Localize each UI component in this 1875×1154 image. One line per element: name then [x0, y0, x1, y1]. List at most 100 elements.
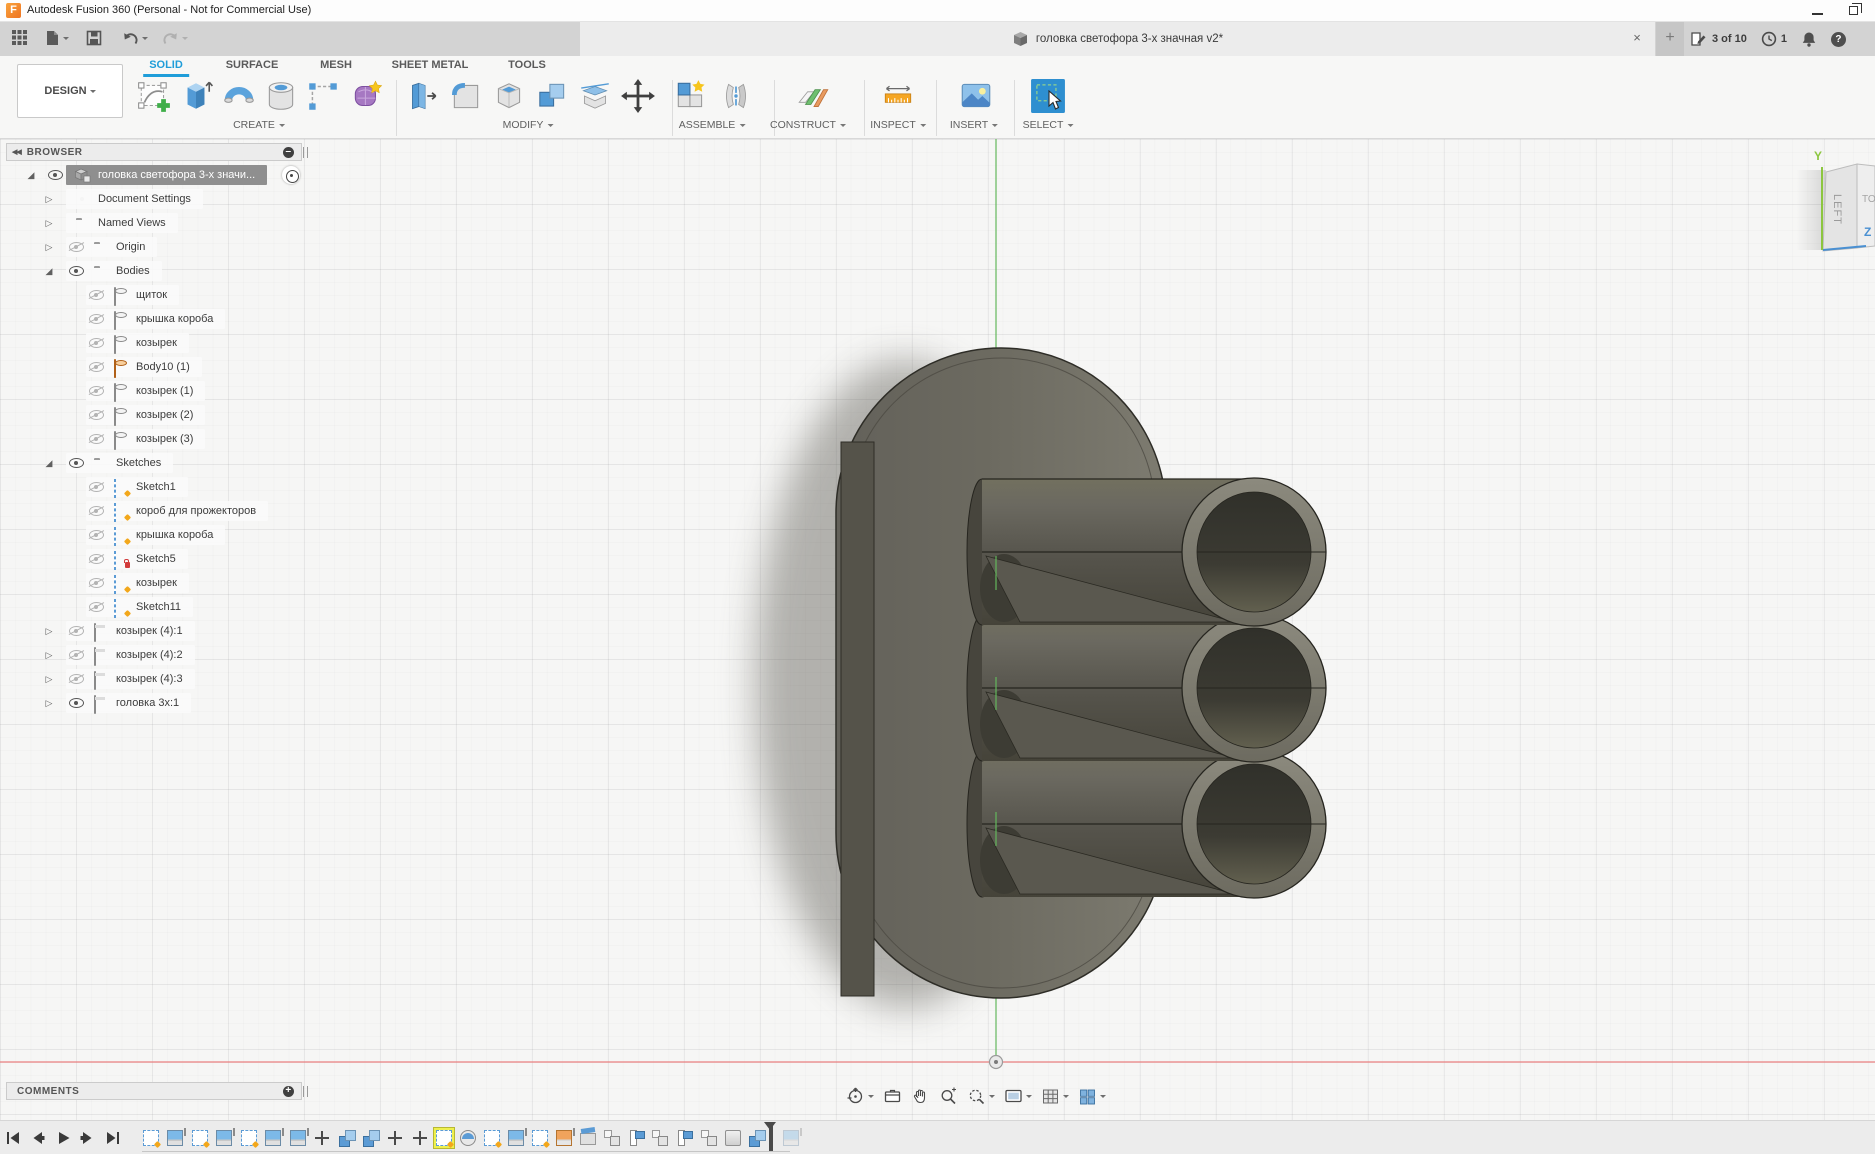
- new-component-button[interactable]: [673, 78, 709, 116]
- fillet-button[interactable]: [448, 78, 484, 116]
- expand-arrow-icon[interactable]: [24, 170, 38, 181]
- browser-item-root[interactable]: головка светофора 3-х значи...: [6, 163, 302, 187]
- tab-mesh[interactable]: MESH: [320, 56, 352, 75]
- activity-status[interactable]: 1: [1761, 31, 1787, 47]
- browser-item-component[interactable]: козырек (4):3: [6, 667, 302, 691]
- browser-header[interactable]: ◀◀ BROWSER –: [6, 143, 302, 161]
- workspace-selector[interactable]: DESIGN: [17, 64, 123, 118]
- measure-button[interactable]: [880, 78, 916, 116]
- look-at-button[interactable]: [883, 1087, 902, 1106]
- visor-tube-middle[interactable]: [967, 614, 1326, 762]
- model-viewport[interactable]: Y LEFT TO Z ◀◀ BROWSER – головка светофо…: [0, 139, 1875, 1120]
- group-label-assemble[interactable]: ASSEMBLE: [679, 119, 746, 131]
- extrude-button[interactable]: [178, 78, 214, 116]
- restore-button[interactable]: [1849, 6, 1858, 15]
- timeline-feature-sketch[interactable]: [532, 1130, 548, 1146]
- browser-item-body[interactable]: козырек (2): [6, 403, 302, 427]
- group-label-insert[interactable]: INSERT: [950, 119, 998, 131]
- step-back-button[interactable]: [30, 1130, 46, 1146]
- revolve-button[interactable]: [221, 78, 257, 116]
- browser-item-document-settings[interactable]: Document Settings: [6, 187, 302, 211]
- browser-item-sketch[interactable]: козырек: [6, 571, 302, 595]
- visibility-eye-icon[interactable]: [69, 626, 84, 636]
- timeline-feature-extrude-rolled-back[interactable]: [783, 1130, 799, 1146]
- viewcube[interactable]: Y LEFT TO Z: [1790, 140, 1875, 258]
- expand-arrow-icon[interactable]: [42, 698, 56, 709]
- split-body-button[interactable]: [577, 78, 613, 116]
- timeline-feature-new-component[interactable]: [652, 1130, 668, 1146]
- box-side-face[interactable]: [841, 442, 874, 996]
- shell-button[interactable]: [491, 78, 527, 116]
- timeline-feature-new-component[interactable]: [604, 1130, 620, 1146]
- visibility-eye-icon[interactable]: [69, 242, 84, 252]
- combine-button[interactable]: [534, 78, 570, 116]
- visibility-eye-icon[interactable]: [89, 506, 104, 516]
- browser-item-body[interactable]: щиток: [6, 283, 302, 307]
- close-tab-button[interactable]: ×: [1629, 30, 1645, 45]
- visibility-eye-icon[interactable]: [89, 482, 104, 492]
- browser-item-body-highlighted[interactable]: Body10 (1): [6, 355, 302, 379]
- browser-item-sketch[interactable]: короб для прожекторов: [6, 499, 302, 523]
- browser-item-origin[interactable]: Origin: [6, 235, 302, 259]
- panel-grip[interactable]: [303, 1086, 308, 1097]
- construct-plane-button[interactable]: [796, 78, 832, 116]
- group-label-construct[interactable]: CONSTRUCT: [770, 119, 846, 131]
- timeline-feature-move[interactable]: [387, 1130, 403, 1146]
- timeline-feature-move[interactable]: [314, 1130, 330, 1146]
- panel-grip[interactable]: [303, 147, 308, 158]
- visibility-eye-icon[interactable]: [89, 314, 104, 324]
- browser-item-sketch[interactable]: Sketch11: [6, 595, 302, 619]
- browser-item-bodies[interactable]: Bodies: [6, 259, 302, 283]
- timeline-feature-extrude[interactable]: [167, 1130, 183, 1146]
- visibility-eye-icon[interactable]: [89, 386, 104, 396]
- go-to-end-button[interactable]: [105, 1130, 121, 1146]
- expand-arrow-icon[interactable]: [42, 650, 56, 661]
- timeline-feature-extrude[interactable]: [290, 1130, 306, 1146]
- group-label-select[interactable]: SELECT: [1023, 119, 1074, 131]
- group-label-modify[interactable]: MODIFY: [503, 119, 554, 131]
- rectangular-pattern-button[interactable]: [305, 78, 341, 116]
- visibility-eye-icon[interactable]: [89, 290, 104, 300]
- comments-panel[interactable]: COMMENTS +: [6, 1082, 302, 1100]
- browser-item-named-views[interactable]: Named Views: [6, 211, 302, 235]
- collapse-panel-icon[interactable]: ◀◀: [12, 148, 21, 156]
- move-copy-button[interactable]: [620, 78, 656, 116]
- expand-arrow-icon[interactable]: [42, 458, 56, 469]
- browser-item-body[interactable]: козырек (1): [6, 379, 302, 403]
- tab-solid[interactable]: SOLID: [149, 56, 183, 75]
- expand-arrow-icon[interactable]: [42, 194, 56, 205]
- visibility-eye-icon[interactable]: [69, 458, 84, 468]
- visibility-eye-icon[interactable]: [89, 554, 104, 564]
- save-button[interactable]: [86, 30, 102, 46]
- visor-tube-bottom[interactable]: [967, 750, 1326, 898]
- browser-item-body[interactable]: козырек (3): [6, 427, 302, 451]
- timeline-feature-pattern[interactable]: [630, 1130, 637, 1146]
- timeline-feature-sketch[interactable]: [143, 1130, 159, 1146]
- timeline-playhead[interactable]: [769, 1123, 773, 1151]
- timeline-feature-split-body[interactable]: [580, 1133, 596, 1145]
- activate-component-radio[interactable]: [282, 166, 300, 184]
- timeline-track[interactable]: [142, 1151, 790, 1152]
- help-button[interactable]: ?: [1831, 32, 1846, 47]
- timeline-feature-combine[interactable]: [363, 1130, 379, 1146]
- origin-marker[interactable]: [990, 1056, 1003, 1069]
- timeline-feature-sketch[interactable]: [484, 1130, 500, 1146]
- file-menu-button[interactable]: [44, 30, 69, 46]
- browser-item-component[interactable]: козырек (4):2: [6, 643, 302, 667]
- timeline-feature-sketch-selected[interactable]: [433, 1127, 455, 1149]
- visibility-eye-icon[interactable]: [89, 410, 104, 420]
- visibility-eye-icon[interactable]: [89, 338, 104, 348]
- orbit-button[interactable]: [846, 1087, 874, 1106]
- timeline-feature-extrude-active[interactable]: [556, 1130, 572, 1146]
- timeline-feature-combine[interactable]: [749, 1130, 765, 1146]
- notifications-bell-icon[interactable]: [1801, 31, 1817, 48]
- visibility-eye-icon[interactable]: [89, 362, 104, 372]
- go-to-start-button[interactable]: [5, 1130, 21, 1146]
- browser-item-sketches[interactable]: Sketches: [6, 451, 302, 475]
- visibility-eye-icon[interactable]: [48, 170, 63, 180]
- browser-item-body[interactable]: крышка короба: [6, 307, 302, 331]
- create-sketch-button[interactable]: [136, 78, 172, 116]
- browser-item-sketch[interactable]: крышка короба: [6, 523, 302, 547]
- group-label-create[interactable]: CREATE: [233, 119, 285, 131]
- insert-image-button[interactable]: [958, 78, 994, 116]
